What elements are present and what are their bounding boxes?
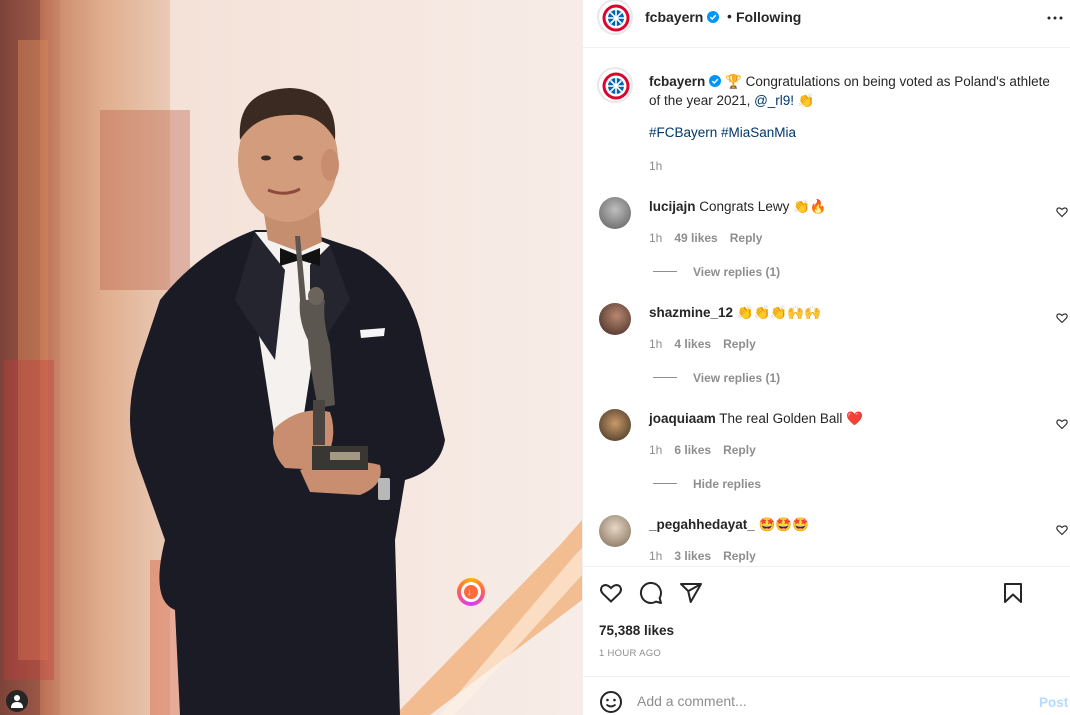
heart-icon[interactable] (1056, 312, 1068, 324)
caption: fcbayern 🏆 Congratulations on being vote… (649, 72, 1064, 110)
reply-button[interactable]: Reply (723, 549, 756, 563)
comment-emoji: 👏🔥 (793, 199, 827, 214)
comment-username[interactable]: shazmine_12 (649, 305, 733, 320)
heart-icon[interactable] (1056, 206, 1068, 218)
comment-likes[interactable]: 49 likes (674, 231, 717, 245)
verified-icon (709, 75, 722, 87)
comment-username[interactable]: _pegahhedayat_ (649, 517, 755, 532)
comment-likes[interactable]: 6 likes (674, 443, 711, 457)
commenter-avatar[interactable] (599, 409, 631, 441)
replies-toggle-label[interactable]: Hide replies (693, 477, 761, 491)
header-username[interactable]: fcbayern (645, 9, 720, 25)
add-comment-bar: Post (583, 676, 1070, 715)
comment-meta: 1h 49 likes Reply (649, 231, 774, 245)
view-replies-toggle[interactable]: View replies (1) (653, 265, 780, 279)
post-actions: 75,388 likes 1 HOUR AGO (583, 566, 1070, 676)
comment-meta: 1h 4 likes Reply (649, 337, 768, 351)
hide-replies-toggle[interactable]: Hide replies (653, 477, 761, 491)
post-photo[interactable] (0, 0, 582, 715)
caption-username[interactable]: fcbayern (649, 74, 705, 89)
comment-emoji: 🤩🤩🤩 (758, 517, 809, 532)
commenter-avatar[interactable] (599, 515, 631, 547)
commenter-avatar[interactable] (599, 197, 631, 229)
comment-emoji: 👏👏👏🙌🙌 (736, 305, 821, 320)
replies-line (653, 271, 677, 272)
comment: joaquiaam The real Golden Ball ❤️ (649, 411, 863, 427)
caption-timestamp[interactable]: 1h (649, 159, 662, 173)
replies-line (653, 377, 677, 378)
commenter-avatar[interactable] (599, 303, 631, 335)
comment-likes[interactable]: 4 likes (674, 337, 711, 351)
reply-button[interactable]: Reply (730, 231, 763, 245)
user-tag-icon[interactable] (6, 690, 28, 712)
replies-toggle-label[interactable]: View replies (1) (693, 265, 780, 279)
comment-meta: 1h 3 likes Reply (649, 549, 768, 563)
view-replies-toggle[interactable]: View replies (1) (653, 371, 780, 385)
comment-icon[interactable] (639, 581, 663, 605)
comment: _pegahhedayat_ 🤩🤩🤩 (649, 517, 809, 533)
comment-text: The real Golden Ball (719, 411, 843, 426)
comment-username[interactable]: joaquiaam (649, 411, 716, 426)
replies-toggle-label[interactable]: View replies (1) (693, 371, 780, 385)
add-comment-input[interactable] (637, 693, 1017, 709)
bayern-crest-icon (602, 72, 630, 100)
comment-time[interactable]: 1h (649, 549, 662, 563)
caption-avatar[interactable] (597, 67, 633, 103)
replies-line (653, 483, 677, 484)
reply-button[interactable]: Reply (723, 337, 756, 351)
comment: lucijajn Congrats Lewy 👏🔥 (649, 199, 827, 215)
smile-icon[interactable] (599, 690, 623, 714)
post-details-panel: fcbayern • Following fcbayern 🏆 Congratu… (582, 0, 1070, 715)
fcbayern-avatar[interactable] (597, 0, 633, 35)
bayern-crest-icon (602, 4, 630, 32)
comments-list[interactable]: fcbayern 🏆 Congratulations on being vote… (583, 49, 1070, 566)
comment-likes[interactable]: 3 likes (674, 549, 711, 563)
caption-emoji: 👏 (797, 93, 815, 108)
caption-mention[interactable]: @_rl9! (754, 93, 794, 108)
heart-icon[interactable] (1056, 524, 1068, 536)
comment-time[interactable]: 1h (649, 443, 662, 457)
post-header: fcbayern • Following (583, 0, 1070, 48)
comment-meta: 1h 6 likes Reply (649, 443, 768, 457)
more-icon[interactable] (1043, 6, 1067, 30)
comment-text: Congrats Lewy (699, 199, 790, 214)
comment: shazmine_12 👏👏👏🙌🙌 (649, 305, 821, 321)
bookmark-icon[interactable] (1001, 581, 1025, 605)
comment-username[interactable]: lucijajn (649, 199, 696, 214)
post-timestamp[interactable]: 1 HOUR AGO (599, 648, 661, 659)
heart-icon[interactable] (1056, 418, 1068, 430)
likes-count[interactable]: 75,388 likes (599, 623, 674, 638)
header-separator-dot: • (727, 8, 732, 24)
heart-icon[interactable] (599, 581, 623, 605)
comment-time[interactable]: 1h (649, 337, 662, 351)
photo-illustration (0, 0, 582, 715)
download-arrow-icon: ↓ (467, 587, 472, 597)
share-icon[interactable] (679, 581, 703, 605)
comment-time[interactable]: 1h (649, 231, 662, 245)
caption-hashtags[interactable]: #FCBayern #MiaSanMia (649, 125, 796, 140)
post-comment-button[interactable]: Post (1039, 695, 1068, 710)
download-extension-button[interactable]: ↓ (457, 578, 485, 606)
comment-emoji: ❤️ (846, 411, 863, 426)
reply-button[interactable]: Reply (723, 443, 756, 457)
header-username-text[interactable]: fcbayern (645, 9, 703, 25)
verified-icon (707, 11, 720, 23)
following-button[interactable]: Following (736, 9, 801, 25)
